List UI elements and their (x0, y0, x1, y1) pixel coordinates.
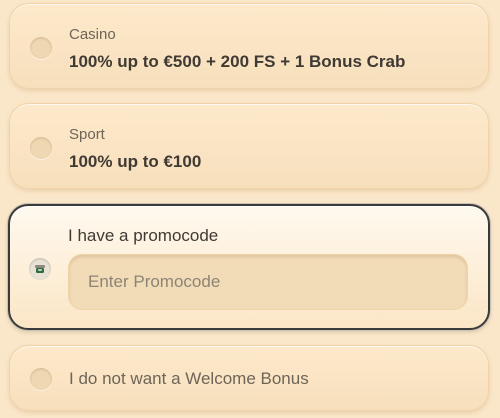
bonus-option-promocode[interactable]: I have a promocode (8, 204, 490, 330)
option-category-label: Casino (69, 26, 116, 43)
radio-button-promocode[interactable] (29, 258, 51, 280)
promocode-label: I have a promocode (68, 226, 219, 245)
bonus-option-casino[interactable]: Casino 100% up to €500 + 200 FS + 1 Bonu… (9, 3, 489, 89)
no-bonus-label: I do not want a Welcome Bonus (69, 369, 309, 388)
bonus-option-sport[interactable]: Sport 100% up to €100 (9, 103, 489, 189)
promocode-input[interactable] (68, 254, 468, 310)
option-offer-text: 100% up to €100 (69, 152, 202, 171)
radio-button-none[interactable] (30, 368, 52, 390)
bonus-option-none[interactable]: I do not want a Welcome Bonus (9, 345, 489, 411)
option-offer-text: 100% up to €500 + 200 FS + 1 Bonus Crab (69, 52, 406, 71)
option-category-label: Sport (69, 126, 105, 143)
radio-button-casino[interactable] (30, 37, 52, 59)
radio-button-sport[interactable] (30, 137, 52, 159)
check-icon (35, 265, 45, 273)
